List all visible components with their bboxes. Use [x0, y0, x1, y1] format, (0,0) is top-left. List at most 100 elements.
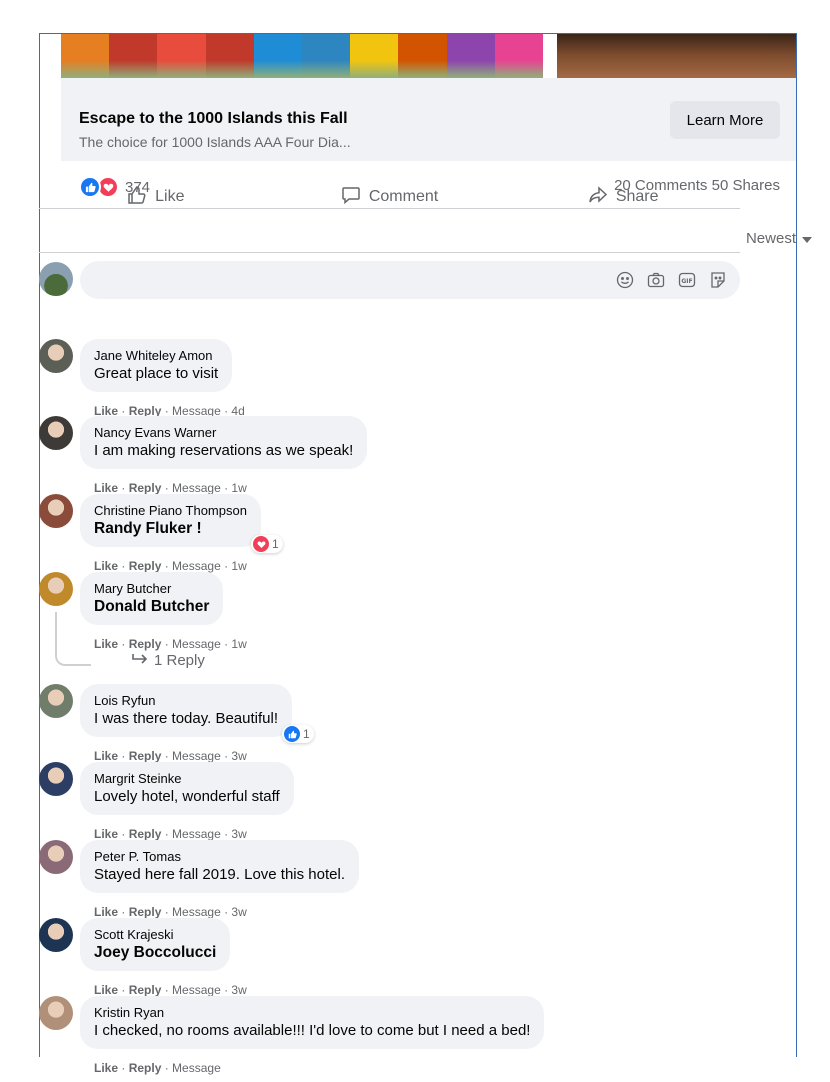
separator: · — [161, 1061, 173, 1075]
comment-timestamp[interactable]: 1w — [231, 637, 246, 651]
mentioned-name[interactable]: Donald Butcher — [94, 597, 209, 617]
comment-message-link[interactable]: Message — [172, 637, 221, 651]
commenter-name[interactable]: Nancy Evans Warner — [94, 424, 353, 441]
ad-description: The choice for 1000 Islands AAA Four Dia… — [79, 134, 351, 150]
comment-like-link[interactable]: Like — [94, 1061, 118, 1075]
learn-more-button[interactable]: Learn More — [670, 101, 780, 139]
view-replies-link[interactable]: 1 Reply — [132, 652, 205, 669]
sticker-icon[interactable] — [708, 270, 728, 290]
comment-button-label: Comment — [368, 188, 439, 205]
separator: · — [118, 983, 129, 997]
commenter-name[interactable]: Jane Whiteley Amon — [94, 347, 218, 364]
commenter-avatar[interactable] — [39, 339, 73, 373]
separator: · — [220, 905, 232, 919]
comment-like-link[interactable]: Like — [94, 559, 118, 573]
comment-reply-link[interactable]: Reply — [129, 827, 162, 841]
comment-like-link[interactable]: Like — [94, 749, 118, 763]
commenter-name[interactable]: Peter P. Tomas — [94, 848, 345, 865]
separator: · — [220, 983, 232, 997]
chair-stripe — [350, 34, 399, 78]
commenter-avatar[interactable] — [39, 572, 73, 606]
chair-stripe — [398, 34, 447, 78]
ad-link-bar[interactable]: Escape to the 1000 Islands this Fall The… — [61, 78, 796, 161]
separator: · — [161, 905, 173, 919]
comment-like-link[interactable]: Like — [94, 827, 118, 841]
commenter-name[interactable]: Christine Piano Thompson — [94, 502, 247, 519]
comment-message-link[interactable]: Message — [172, 827, 221, 841]
post-actions: Like Comment Share — [39, 176, 740, 218]
comment-message-link[interactable]: Message — [172, 1061, 221, 1075]
comment-message-link[interactable]: Message — [172, 905, 221, 919]
separator: · — [118, 481, 129, 495]
comment-timestamp[interactable]: 3w — [231, 827, 246, 841]
comment-reply-link[interactable]: Reply — [129, 749, 162, 763]
comment-meta: Like · Reply · Message · 1w — [94, 481, 247, 495]
comment-timestamp[interactable]: 3w — [231, 749, 246, 763]
comment-reply-link[interactable]: Reply — [129, 481, 162, 495]
actions-divider — [39, 252, 740, 253]
gif-icon[interactable]: GIF — [677, 270, 697, 290]
comment-reply-link[interactable]: Reply — [129, 637, 162, 651]
comment-reply-link[interactable]: Reply — [129, 559, 162, 573]
composer-icons: GIF — [615, 270, 728, 290]
comment-message-link[interactable]: Message — [172, 749, 221, 763]
comment-item: Margrit Steinke Lovely hotel, wonderful s… — [39, 762, 740, 841]
comment-item: Peter P. Tomas Stayed here fall 2019. Lov… — [39, 840, 740, 919]
comment-text: Stayed here fall 2019. Love this hotel. — [94, 866, 346, 883]
emoji-icon[interactable] — [615, 270, 635, 290]
speech-bubble-icon — [341, 185, 361, 210]
commenter-avatar[interactable] — [39, 762, 73, 796]
commenter-avatar[interactable] — [39, 416, 73, 450]
comment-sort-dropdown[interactable]: Newest — [746, 230, 812, 247]
commenter-name[interactable]: Lois Ryfun — [94, 692, 278, 709]
comment-bubble: Margrit Steinke Lovely hotel, wonderful s… — [80, 762, 294, 815]
like-reaction-icon — [79, 176, 101, 198]
ad-title[interactable]: Escape to the 1000 Islands this Fall — [79, 110, 348, 128]
comment-reaction-badge[interactable]: 1 — [251, 535, 283, 553]
comment-bubble: Nancy Evans Warner I am making reservatio… — [80, 416, 368, 469]
chair-stripe — [157, 34, 206, 78]
comment-button[interactable]: Comment — [273, 176, 507, 218]
current-user-avatar[interactable] — [39, 262, 73, 296]
commenter-avatar[interactable] — [39, 840, 73, 874]
commenter-name[interactable]: Scott Krajeski — [94, 926, 216, 943]
comment-message-link[interactable]: Message — [172, 481, 221, 495]
comment-item: Jane Whiteley Amon Great place to visit Li… — [39, 339, 740, 418]
like-button[interactable]: Like — [39, 176, 273, 218]
like-button-label: Like — [155, 188, 185, 205]
camera-icon[interactable] — [646, 270, 666, 290]
commenter-name[interactable]: Mary Butcher — [94, 580, 209, 597]
share-button[interactable]: Share — [506, 176, 740, 218]
image-gap — [543, 34, 557, 78]
comment-reply-link[interactable]: Reply — [129, 905, 162, 919]
commenter-avatar[interactable] — [39, 996, 73, 1030]
separator: · — [161, 983, 173, 997]
comment-item: Kristin Ryan I checked, no rooms availabl… — [39, 996, 740, 1075]
comment-reply-link[interactable]: Reply — [129, 983, 162, 997]
comment-timestamp[interactable]: 1w — [231, 481, 246, 495]
commenter-avatar[interactable] — [39, 494, 73, 528]
comment-timestamp[interactable]: 1w — [231, 559, 246, 573]
comment-like-link[interactable]: Like — [94, 481, 118, 495]
commenter-avatar[interactable] — [39, 684, 73, 718]
separator: · — [161, 749, 173, 763]
comment-meta: Like · Reply · Message — [94, 1061, 221, 1075]
comment-timestamp[interactable]: 3w — [231, 905, 246, 919]
comment-reply-link[interactable]: Reply — [129, 1061, 162, 1075]
chair-stripe — [302, 34, 351, 78]
commenter-name[interactable]: Kristin Ryan — [94, 1004, 530, 1021]
mentioned-name[interactable]: Joey Boccolucci — [94, 943, 216, 963]
comment-like-link[interactable]: Like — [94, 983, 118, 997]
ad-image[interactable] — [61, 34, 796, 78]
comment-like-link[interactable]: Like — [94, 637, 118, 651]
comment-timestamp[interactable]: 3w — [231, 983, 246, 997]
comment-item: Nancy Evans Warner I am making reservatio… — [39, 416, 740, 495]
comment-reaction-badge[interactable]: 1 — [282, 725, 314, 743]
comment-message-link[interactable]: Message — [172, 559, 221, 573]
comment-message-link[interactable]: Message — [172, 983, 221, 997]
commenter-avatar[interactable] — [39, 918, 73, 952]
commenter-name[interactable]: Margrit Steinke — [94, 770, 280, 787]
comment-like-link[interactable]: Like — [94, 905, 118, 919]
mentioned-name[interactable]: Randy Fluker ! — [94, 519, 247, 539]
separator: · — [220, 559, 232, 573]
